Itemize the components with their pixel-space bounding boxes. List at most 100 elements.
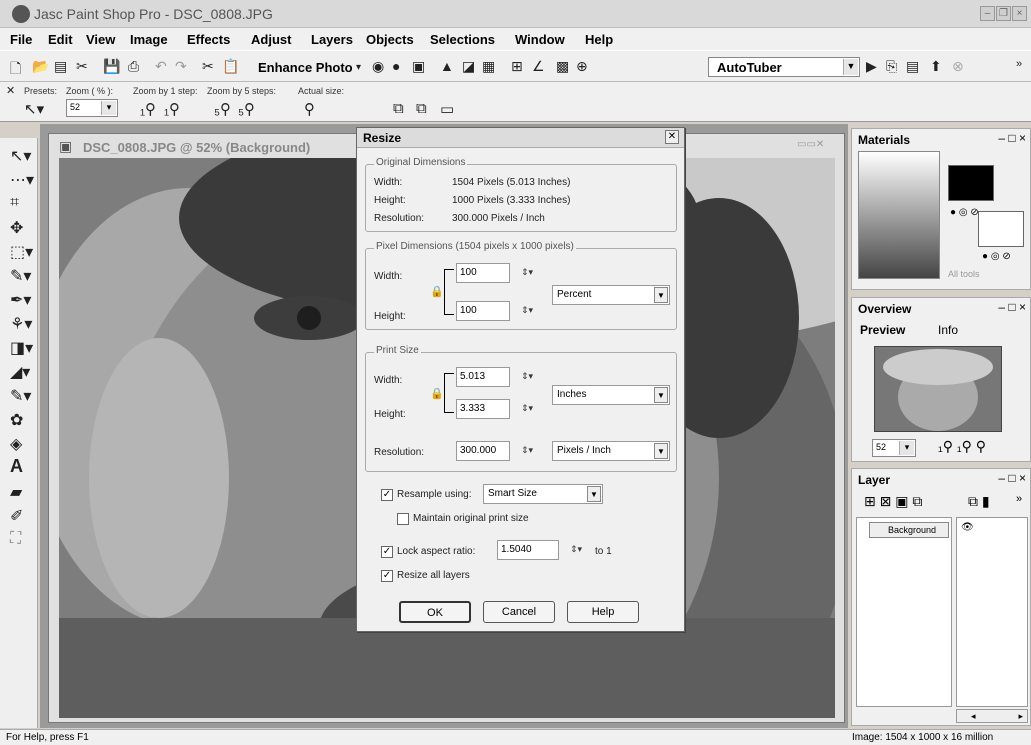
- chevron-right-icon[interactable]: ▸: [1018, 711, 1023, 722]
- layer-merge-icon[interactable]: ⧉ ▮: [968, 493, 990, 510]
- layer-tools-icon[interactable]: ⊞ ⊠ ▣ ⧉: [864, 493, 922, 510]
- zoom-percent-field[interactable]: 52 ▾: [66, 99, 118, 117]
- cut-icon[interactable]: ✂: [202, 58, 214, 75]
- enhance-photo-button[interactable]: Enhance Photo: [258, 60, 353, 75]
- full-screen-icon[interactable]: ▭: [440, 100, 454, 118]
- target-icon[interactable]: ⊕: [576, 58, 588, 75]
- resize-icon[interactable]: ⊞: [511, 58, 523, 75]
- overview-zoom-field[interactable]: 52 ▾: [872, 439, 916, 457]
- minimize-icon[interactable]: –: [980, 6, 995, 21]
- palette-controls-icon[interactable]: – □ ×: [998, 131, 1026, 145]
- dodge-tool-icon[interactable]: ◢▾: [10, 362, 36, 384]
- save-icon[interactable]: 💾: [103, 58, 120, 75]
- chevron-down-icon[interactable]: ▾: [356, 62, 361, 73]
- dialog-close-icon[interactable]: ✕: [665, 130, 679, 144]
- menu-file[interactable]: File: [10, 32, 32, 47]
- menu-layers[interactable]: Layers: [311, 32, 353, 47]
- pixel-height-input[interactable]: 100: [456, 301, 510, 321]
- print-unit-select[interactable]: Inches ▼: [552, 385, 670, 405]
- chevron-down-icon[interactable]: ▾: [101, 101, 116, 115]
- toolbar-overflow-icon[interactable]: »: [1016, 58, 1022, 70]
- undo-icon[interactable]: ↶: [155, 58, 167, 75]
- new-file-icon[interactable]: 🗋: [10, 58, 21, 82]
- restore-icon[interactable]: ❐: [996, 6, 1011, 21]
- resolution-spinner[interactable]: ⇕▾: [514, 441, 540, 461]
- visibility-eye-icon[interactable]: 👁: [961, 522, 974, 533]
- pen-tool-icon[interactable]: ✐: [10, 506, 36, 528]
- lock-aspect-checkbox[interactable]: ✓: [381, 546, 393, 558]
- flood-fill-icon[interactable]: ◈: [10, 434, 36, 456]
- pan-tool-icon[interactable]: ↖▾: [10, 146, 36, 168]
- menu-effects[interactable]: Effects: [187, 32, 230, 47]
- browse-icon[interactable]: ▤: [54, 58, 67, 75]
- resize-all-layers-checkbox[interactable]: ✓: [381, 570, 393, 582]
- zoom-in-1-icon[interactable]: ₁⚲: [164, 100, 180, 118]
- script-select[interactable]: AutoTuber ▼: [708, 57, 860, 77]
- crop-tool-icon[interactable]: ⌗: [10, 194, 36, 216]
- print-height-spinner[interactable]: ⇕▾: [514, 399, 540, 419]
- maintain-print-size-checkbox[interactable]: [397, 513, 409, 525]
- zoom-in-5-icon[interactable]: ₅⚲: [238, 100, 255, 118]
- chevron-down-icon[interactable]: ▼: [654, 287, 668, 303]
- paste-icon[interactable]: 📋: [222, 58, 239, 75]
- print-width-input[interactable]: 5.013: [456, 367, 510, 387]
- chevron-down-icon[interactable]: ▼: [587, 486, 601, 502]
- scan-icon[interactable]: ✂: [76, 58, 88, 75]
- script-output-icon[interactable]: ▤: [906, 58, 919, 75]
- resolution-unit-select[interactable]: Pixels / Inch ▼: [552, 441, 670, 461]
- aspect-ratio-input[interactable]: 1.5040: [497, 540, 559, 560]
- menu-edit[interactable]: Edit: [48, 32, 73, 47]
- text-tool-icon[interactable]: A: [10, 456, 36, 478]
- stop-script-icon[interactable]: ⊗: [952, 58, 964, 75]
- effect-browser-icon[interactable]: ◉: [372, 58, 384, 75]
- histogram-icon[interactable]: ▲: [440, 58, 454, 74]
- frame-icon[interactable]: ▣: [412, 58, 425, 75]
- mask-icon[interactable]: ●: [392, 58, 400, 74]
- palette-icon[interactable]: ▩: [556, 58, 569, 75]
- pixel-unit-select[interactable]: Percent ▼: [552, 285, 670, 305]
- overview-thumbnail[interactable]: [874, 346, 1002, 432]
- menu-objects[interactable]: Objects: [366, 32, 414, 47]
- chevron-down-icon[interactable]: ▾: [899, 441, 914, 455]
- aspect-lock-icon[interactable]: 🔒: [430, 285, 444, 298]
- picture-tube-icon[interactable]: ✿: [10, 410, 36, 432]
- chevron-left-icon[interactable]: ◂: [971, 711, 976, 722]
- angle-icon[interactable]: ∠: [532, 58, 545, 75]
- menu-view[interactable]: View: [86, 32, 115, 47]
- preset-arrow-icon[interactable]: ↖▾: [24, 100, 44, 118]
- print-height-input[interactable]: 3.333: [456, 399, 510, 419]
- help-button[interactable]: Help: [567, 601, 639, 623]
- layers-overflow-icon[interactable]: »: [1016, 493, 1022, 505]
- open-file-icon[interactable]: 📂: [32, 58, 49, 75]
- object-selector-icon[interactable]: ⛶: [10, 530, 36, 552]
- palette-controls-icon[interactable]: – □ ×: [998, 300, 1026, 314]
- close-icon[interactable]: ✕: [6, 84, 15, 97]
- zoom-icons[interactable]: ₁⚲ ₁⚲ ⚲: [938, 438, 986, 455]
- preset-shape-icon[interactable]: ▰: [10, 482, 36, 504]
- window-controls-icon[interactable]: ▭▭✕: [797, 139, 824, 150]
- eraser-tool-icon[interactable]: ✎▾: [10, 386, 36, 408]
- menu-window[interactable]: Window: [515, 32, 565, 47]
- resolution-input[interactable]: 300.000: [456, 441, 510, 461]
- foreground-swatch[interactable]: [948, 165, 994, 201]
- move-tool-icon[interactable]: ✥: [10, 218, 36, 240]
- redo-icon[interactable]: ↷: [175, 58, 187, 75]
- print-icon[interactable]: ⎙: [128, 58, 139, 75]
- chevron-down-icon[interactable]: ▼: [654, 387, 668, 403]
- run-script-icon[interactable]: ▶: [866, 58, 877, 75]
- clone-brush-icon[interactable]: ⚘▾: [10, 314, 36, 336]
- menu-adjust[interactable]: Adjust: [251, 32, 291, 47]
- dropper-tool-icon[interactable]: ✎▾: [10, 266, 36, 288]
- grid-icon[interactable]: ▦: [482, 58, 495, 75]
- menu-help[interactable]: Help: [585, 32, 613, 47]
- edit-script-icon[interactable]: ⎘: [886, 58, 897, 75]
- fit-image-icon[interactable]: ⧉: [416, 100, 427, 117]
- menu-selections[interactable]: Selections: [430, 32, 495, 47]
- layer-row-background[interactable]: Background: [869, 522, 949, 538]
- zoom-out-1-icon[interactable]: ₁⚲: [140, 100, 156, 118]
- layer-scrollbar[interactable]: ◂ ▸: [956, 709, 1028, 723]
- swatch-style-icon[interactable]: ● ◎ ⊘: [982, 251, 1011, 262]
- pixel-height-spinner[interactable]: ⇕▾: [514, 301, 540, 321]
- paint-brush-icon[interactable]: ✒▾: [10, 290, 36, 312]
- actual-size-icon[interactable]: ⚲: [304, 100, 315, 118]
